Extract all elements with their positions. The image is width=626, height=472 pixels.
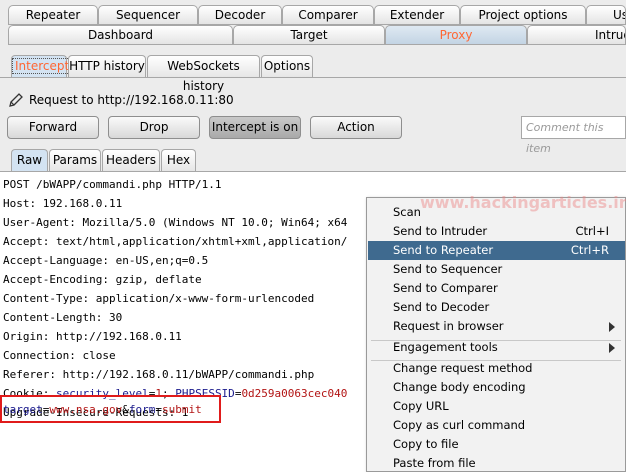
menu-item-label: Engagement tools: [393, 340, 498, 354]
menu-item-label: Copy as curl command: [393, 418, 526, 432]
submenu-arrow-icon: [609, 322, 615, 332]
menu-item-request-in-browser[interactable]: Request in browser: [368, 317, 625, 336]
menu-item-label: Send to Repeater: [393, 243, 494, 257]
menu-item-send-to-sequencer[interactable]: Send to Sequencer: [368, 260, 625, 279]
request-line: Accept-Language: en-US,en;q=0.5: [3, 254, 209, 267]
menu-item-label: Request in browser: [393, 319, 504, 333]
drop-button[interactable]: Drop: [108, 116, 200, 139]
tab-project-options[interactable]: Project options: [460, 5, 586, 25]
tab-divider: [0, 77, 626, 78]
tab-hex[interactable]: Hex: [161, 149, 196, 171]
request-line: Accept: text/html,application/xhtml+xml,…: [3, 235, 348, 248]
request-line: Content-Type: application/x-www-form-url…: [3, 292, 315, 305]
pencil-icon: [9, 93, 23, 107]
forward-button[interactable]: Forward: [7, 116, 99, 139]
menu-item-send-to-intruder[interactable]: Send to Intruder Ctrl+I: [368, 222, 625, 241]
menu-item-shortcut: Ctrl+R: [570, 243, 609, 257]
menu-item-send-to-decoder[interactable]: Send to Decoder: [368, 298, 625, 317]
request-line: User-Agent: Mozilla/5.0 (Windows NT 10.0…: [3, 216, 348, 229]
tab-proxy[interactable]: Proxy: [385, 25, 527, 45]
tab-intercept-label: Intercept: [12, 58, 73, 74]
menu-item-label: Paste from file: [393, 456, 476, 470]
menu-item-copy-to-file[interactable]: Copy to file: [368, 435, 625, 454]
menu-item-send-to-comparer[interactable]: Send to Comparer: [368, 279, 625, 298]
request-line: Content-Length: 30: [3, 311, 123, 324]
menu-item-label: Send to Sequencer: [393, 262, 503, 276]
tab-http-history[interactable]: HTTP history: [68, 55, 146, 77]
cookie-value: 0d259a0063cec040: [241, 387, 348, 400]
menu-item-change-body-encoding[interactable]: Change body encoding: [368, 378, 625, 397]
tab-target[interactable]: Target: [233, 25, 385, 45]
request-target-label: Request to http://192.168.0.11:80: [29, 93, 234, 107]
menu-item-label: Copy to file: [393, 437, 459, 451]
menu-item-shortcut: Ctrl+I: [575, 224, 610, 238]
menu-item-label: Send to Comparer: [393, 281, 498, 295]
tab-user-options[interactable]: Us: [586, 5, 626, 25]
menu-item-label: Scan: [393, 205, 421, 219]
request-line: Host: 192.168.0.11: [3, 197, 123, 210]
request-info: Request to http://192.168.0.11:80: [8, 91, 234, 109]
watermark: www.hackingarticles.in: [420, 193, 626, 212]
request-line: Accept-Encoding: gzip, deflate: [3, 273, 202, 286]
tab-dashboard[interactable]: Dashboard: [8, 25, 233, 45]
tab-websockets-history[interactable]: WebSockets history: [147, 55, 260, 93]
menu-item-send-to-repeater[interactable]: Send to Repeater Ctrl+R: [368, 241, 625, 260]
menu-item-copy-as-curl[interactable]: Copy as curl command: [368, 416, 625, 435]
request-line: POST /bWAPP/commandi.php HTTP/1.1: [3, 178, 222, 191]
request-line: Origin: http://192.168.0.11: [3, 330, 182, 343]
submenu-arrow-icon: [609, 343, 615, 353]
tab-options[interactable]: Options: [261, 55, 313, 77]
intercept-toggle-button[interactable]: Intercept is on: [209, 116, 301, 139]
tab-headers[interactable]: Headers: [102, 149, 160, 171]
menu-item-label: Copy URL: [393, 399, 449, 413]
tab-intercept[interactable]: Intercept: [11, 55, 73, 77]
menu-item-label: Send to Intruder: [393, 224, 488, 238]
tab-extender[interactable]: Extender: [374, 5, 460, 25]
body-highlight-box: [0, 395, 221, 423]
menu-item-copy-url[interactable]: Copy URL: [368, 397, 625, 416]
tab-raw[interactable]: Raw: [11, 149, 48, 171]
request-line: Referer: http://192.168.0.11/bWAPP/comma…: [3, 368, 315, 381]
tab-intruder[interactable]: Intrude: [527, 25, 626, 45]
menu-item-label: Change request method: [393, 361, 533, 375]
tab-params[interactable]: Params: [49, 149, 101, 171]
request-line: Connection: close: [3, 349, 116, 362]
tab-decoder[interactable]: Decoder: [198, 5, 282, 25]
menu-item-label: Send to Decoder: [393, 300, 490, 314]
action-button[interactable]: Action: [310, 116, 402, 139]
context-menu: Scan Send to Intruder Ctrl+I Send to Repe…: [366, 197, 626, 472]
comment-input[interactable]: Comment this item: [521, 116, 626, 155]
tab-comparer[interactable]: Comparer: [282, 5, 374, 25]
menu-item-change-request-method[interactable]: Change request method: [368, 359, 625, 378]
menu-item-paste-from-file[interactable]: Paste from file: [368, 454, 625, 472]
menu-item-engagement-tools[interactable]: Engagement tools: [368, 338, 625, 357]
menu-item-label: Change body encoding: [393, 380, 526, 394]
tab-sequencer[interactable]: Sequencer: [98, 5, 198, 25]
tab-repeater[interactable]: Repeater: [8, 5, 98, 25]
